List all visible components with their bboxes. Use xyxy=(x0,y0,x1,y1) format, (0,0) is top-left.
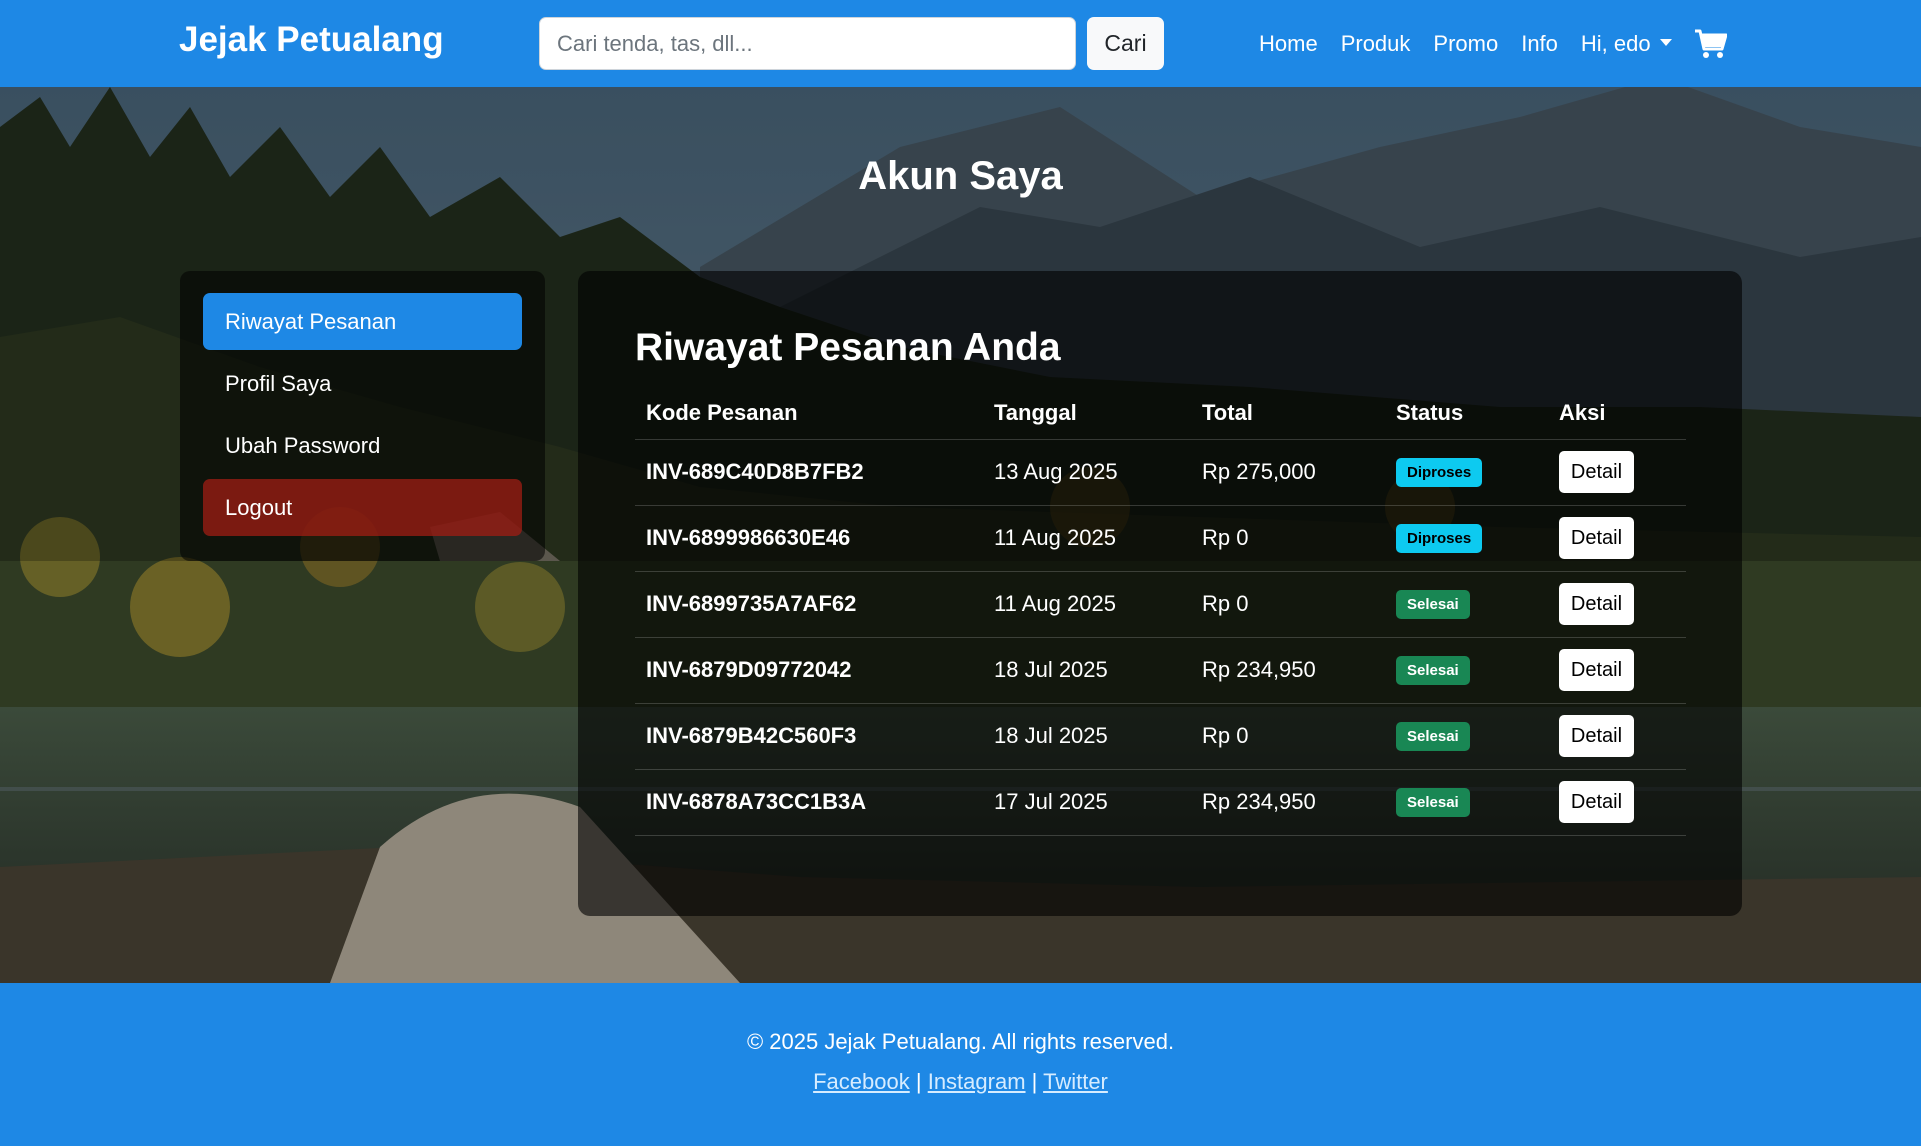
detail-button[interactable]: Detail xyxy=(1559,517,1634,559)
order-code: INV-6879D09772042 xyxy=(635,637,983,704)
user-menu-label: Hi, edo xyxy=(1580,30,1651,56)
order-code: INV-689C40D8B7FB2 xyxy=(635,439,983,506)
twitter-link[interactable]: Twitter xyxy=(1043,1069,1108,1094)
order-status-cell: Diproses xyxy=(1385,439,1548,506)
order-action-cell: Detail xyxy=(1548,703,1686,770)
detail-button[interactable]: Detail xyxy=(1559,583,1634,625)
footer: © 2025 Jejak Petualang. All rights reser… xyxy=(0,983,1921,1146)
order-code: INV-6878A73CC1B3A xyxy=(635,769,983,836)
orders-panel: Riwayat Pesanan Anda Kode Pesanan Tangga… xyxy=(578,271,1742,916)
search-button[interactable]: Cari xyxy=(1087,17,1164,70)
header-total: Total xyxy=(1191,388,1385,440)
detail-button[interactable]: Detail xyxy=(1559,649,1634,691)
detail-button[interactable]: Detail xyxy=(1559,451,1634,493)
order-date: 11 Aug 2025 xyxy=(983,505,1191,572)
navbar: Jejak Petualang Cari Home Produk Promo I… xyxy=(0,0,1921,87)
order-total: Rp 0 xyxy=(1191,703,1385,770)
order-date: 11 Aug 2025 xyxy=(983,571,1191,638)
table-row: INV-689C40D8B7FB2 13 Aug 2025 Rp 275,000 Di… xyxy=(635,439,1686,506)
search-input[interactable] xyxy=(539,17,1076,70)
sidebar-item-profil-saya[interactable]: Profil Saya xyxy=(203,355,522,412)
table-header-row: Kode Pesanan Tanggal Total Status Aksi xyxy=(635,388,1686,440)
order-total: Rp 234,950 xyxy=(1191,637,1385,704)
order-status-cell: Selesai xyxy=(1385,637,1548,704)
nav-promo[interactable]: Promo xyxy=(1433,31,1498,57)
sidebar-item-logout[interactable]: Logout xyxy=(203,479,522,536)
social-links: Facebook | Instagram | Twitter xyxy=(0,1069,1921,1095)
separator: | xyxy=(1031,1069,1038,1094)
order-action-cell: Detail xyxy=(1548,637,1686,704)
table-row: INV-6878A73CC1B3A 17 Jul 2025 Rp 234,950 Se… xyxy=(635,769,1686,836)
status-badge: Diproses xyxy=(1396,524,1483,553)
order-total: Rp 275,000 xyxy=(1191,439,1385,506)
header-status: Status xyxy=(1385,388,1548,440)
order-total: Rp 0 xyxy=(1191,505,1385,572)
order-code: INV-6879B42C560F3 xyxy=(635,703,983,770)
order-date: 17 Jul 2025 xyxy=(983,769,1191,836)
chevron-down-icon xyxy=(1659,39,1672,47)
order-action-cell: Detail xyxy=(1548,571,1686,638)
status-badge: Selesai xyxy=(1396,722,1470,751)
order-code: INV-6899735A7AF62 xyxy=(635,571,983,638)
nav-produk[interactable]: Produk xyxy=(1341,31,1411,57)
table-row: INV-6899735A7AF62 11 Aug 2025 Rp 0 Selesai D… xyxy=(635,571,1686,638)
table-row: INV-6879B42C560F3 18 Jul 2025 Rp 0 Selesai D… xyxy=(635,703,1686,770)
search-form: Cari xyxy=(539,17,1164,70)
order-date: 13 Aug 2025 xyxy=(983,439,1191,506)
brand-logo[interactable]: Jejak Petualang xyxy=(179,20,444,60)
page-title: Akun Saya xyxy=(858,154,1063,198)
separator: | xyxy=(915,1069,922,1094)
sidebar-item-ubah-password[interactable]: Ubah Password xyxy=(203,417,522,474)
nav-home[interactable]: Home xyxy=(1259,31,1318,57)
facebook-link[interactable]: Facebook xyxy=(813,1069,910,1094)
instagram-link[interactable]: Instagram xyxy=(928,1069,1026,1094)
orders-table: Kode Pesanan Tanggal Total Status Aksi I… xyxy=(635,388,1686,836)
order-date: 18 Jul 2025 xyxy=(983,703,1191,770)
status-badge: Diproses xyxy=(1396,458,1483,487)
order-total: Rp 0 xyxy=(1191,571,1385,638)
order-date: 18 Jul 2025 xyxy=(983,637,1191,704)
user-menu-dropdown[interactable]: Hi, edo xyxy=(1581,31,1672,57)
order-status-cell: Selesai xyxy=(1385,703,1548,770)
order-code: INV-6899986630E46 xyxy=(635,505,983,572)
order-status-cell: Diproses xyxy=(1385,505,1548,572)
cart-icon[interactable] xyxy=(1694,29,1728,59)
detail-button[interactable]: Detail xyxy=(1559,781,1634,823)
order-action-cell: Detail xyxy=(1548,505,1686,572)
sidebar-item-riwayat-pesanan[interactable]: Riwayat Pesanan xyxy=(203,293,522,350)
order-action-cell: Detail xyxy=(1548,439,1686,506)
nav-info[interactable]: Info xyxy=(1521,31,1558,57)
table-row: INV-6899986630E46 11 Aug 2025 Rp 0 Diproses… xyxy=(635,505,1686,572)
order-total: Rp 234,950 xyxy=(1191,769,1385,836)
status-badge: Selesai xyxy=(1396,788,1470,817)
orders-title: Riwayat Pesanan Anda xyxy=(635,326,1061,369)
header-tanggal: Tanggal xyxy=(983,388,1191,440)
order-action-cell: Detail xyxy=(1548,769,1686,836)
account-sidebar: Riwayat Pesanan Profil Saya Ubah Passwor… xyxy=(180,271,545,561)
copyright-text: © 2025 Jejak Petualang. All rights reser… xyxy=(746,1029,1175,1054)
status-badge: Selesai xyxy=(1396,656,1470,685)
table-row: INV-6879D09772042 18 Jul 2025 Rp 234,950 Se… xyxy=(635,637,1686,704)
header-aksi: Aksi xyxy=(1548,388,1686,440)
order-status-cell: Selesai xyxy=(1385,571,1548,638)
nav-links: Home Produk Promo Info Hi, edo xyxy=(1259,0,1728,87)
order-status-cell: Selesai xyxy=(1385,769,1548,836)
header-kode-pesanan: Kode Pesanan xyxy=(635,388,983,440)
detail-button[interactable]: Detail xyxy=(1559,715,1634,757)
hero-section: Akun Saya Riwayat Pesanan Profil Saya Ub… xyxy=(0,87,1921,983)
status-badge: Selesai xyxy=(1396,590,1470,619)
